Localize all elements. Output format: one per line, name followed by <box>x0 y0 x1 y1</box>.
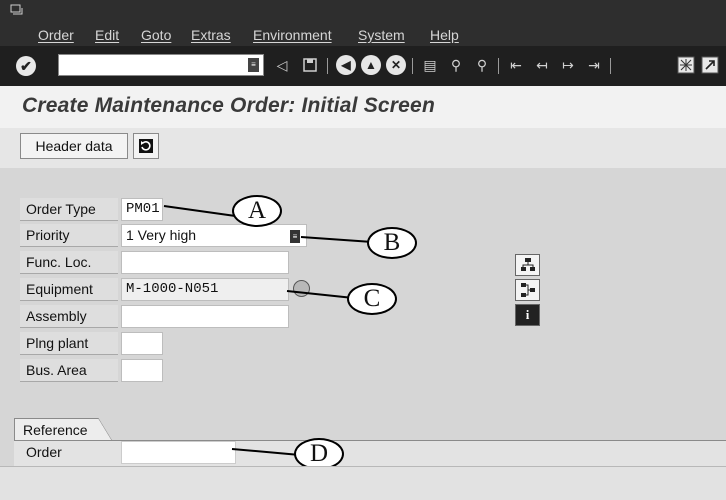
callout-b: B <box>367 227 417 259</box>
business-area-input[interactable] <box>121 359 163 382</box>
menu-environment[interactable]: Environment <box>253 27 332 43</box>
order-type-label: Order Type <box>20 198 118 221</box>
reference-order-input[interactable] <box>121 441 236 464</box>
business-area-label: Bus. Area <box>20 359 118 382</box>
find-next-icon[interactable]: ⚲ <box>472 55 492 75</box>
callout-c: C <box>347 283 397 315</box>
func-loc-input[interactable] <box>121 251 289 274</box>
save-icon[interactable] <box>300 55 320 75</box>
generate-shortcut-icon[interactable] <box>700 55 720 75</box>
toolbar-separator <box>412 58 413 74</box>
menu-extras[interactable]: Extras <box>191 27 231 43</box>
menu-system[interactable]: System <box>358 27 405 43</box>
command-history-icon[interactable]: ≡ <box>248 58 259 72</box>
reference-order-label: Order <box>26 444 62 460</box>
assembly-input[interactable] <box>121 305 289 328</box>
application-toolbar: Header data <box>0 128 726 168</box>
assembly-label: Assembly <box>20 305 118 328</box>
planning-plant-input[interactable] <box>121 332 163 355</box>
first-page-icon[interactable]: ⇤ <box>506 55 526 75</box>
window-menu-icon[interactable] <box>10 3 24 15</box>
menu-bar: Order Edit Goto Extras Environment Syste… <box>0 0 726 46</box>
header-data-button[interactable]: Header data <box>20 133 128 159</box>
print-icon[interactable]: ▤ <box>420 55 440 75</box>
command-field[interactable]: ≡ <box>58 54 264 76</box>
dropdown-list-icon[interactable]: ≡ <box>290 230 300 243</box>
last-page-icon[interactable]: ⇥ <box>584 55 604 75</box>
standard-toolbar: ✔ ≡ ◁ ◀ ▲ ✕ ▤ ⚲ ⚲ ⇤ ↤ ↦ ⇥ <box>0 46 726 86</box>
equipment-input[interactable]: M-1000-N051 <box>121 278 289 301</box>
refresh-icon <box>139 139 153 153</box>
menu-edit[interactable]: Edit <box>95 27 119 43</box>
reference-tab[interactable]: Reference <box>14 418 112 441</box>
priority-select[interactable]: 1 Very high <box>121 224 307 247</box>
cancel-icon[interactable]: ✕ <box>386 55 406 75</box>
info-icon[interactable]: i <box>515 304 540 326</box>
title-area: Create Maintenance Order: Initial Screen <box>0 86 726 128</box>
refresh-button[interactable] <box>133 133 159 159</box>
menu-goto[interactable]: Goto <box>141 27 171 43</box>
order-type-input[interactable]: PM01 <box>121 198 163 221</box>
back-icon[interactable]: ◀ <box>336 55 356 75</box>
enter-icon[interactable]: ✔ <box>16 56 36 76</box>
sap-window: Order Edit Goto Extras Environment Syste… <box>0 0 726 500</box>
callout-a: A <box>232 195 282 227</box>
next-page-icon[interactable]: ↦ <box>558 55 578 75</box>
structure-icon[interactable] <box>515 254 540 276</box>
search-help-icon[interactable] <box>293 280 310 297</box>
equipment-label: Equipment <box>20 278 118 301</box>
page-title: Create Maintenance Order: Initial Screen <box>22 94 435 117</box>
menu-order[interactable]: Order <box>38 27 74 43</box>
new-session-icon[interactable] <box>676 55 696 75</box>
status-bar <box>0 466 726 500</box>
exit-icon[interactable]: ▲ <box>361 55 381 75</box>
back-arrow-icon[interactable]: ◁ <box>272 55 292 75</box>
toolbar-separator <box>610 58 611 74</box>
planning-plant-label: Plng plant <box>20 332 118 355</box>
menu-help[interactable]: Help <box>430 27 459 43</box>
func-loc-label: Func. Loc. <box>20 251 118 274</box>
find-icon[interactable]: ⚲ <box>446 55 466 75</box>
priority-label: Priority <box>20 224 118 247</box>
toolbar-separator <box>327 58 328 74</box>
hierarchy-icon[interactable] <box>515 279 540 301</box>
toolbar-separator <box>498 58 499 74</box>
previous-page-icon[interactable]: ↤ <box>532 55 552 75</box>
